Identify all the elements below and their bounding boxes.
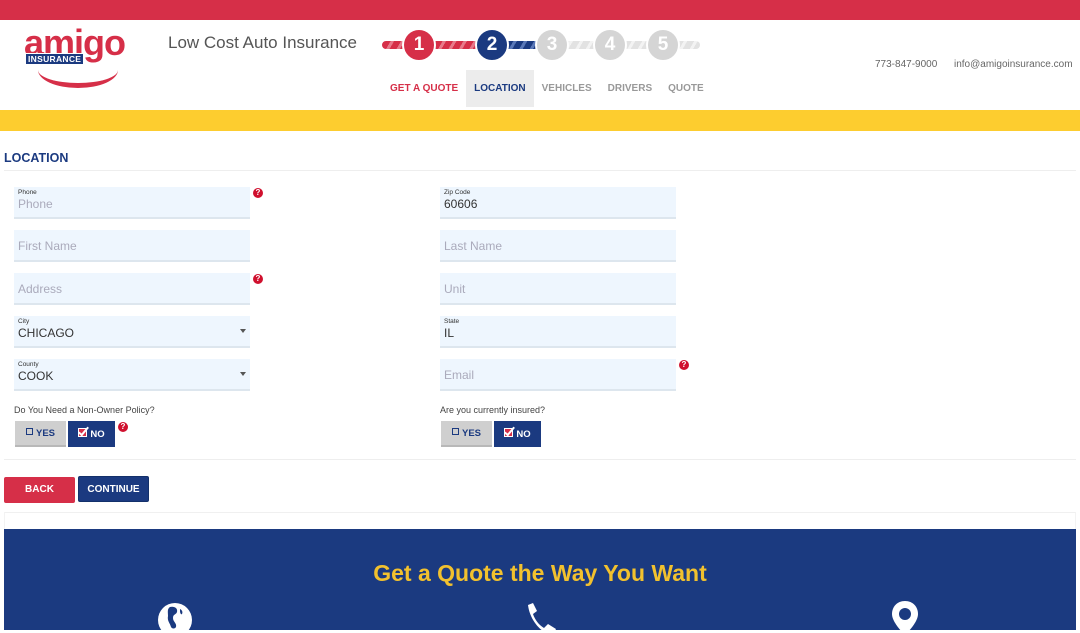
top-accent-bar [0, 0, 1080, 20]
tab-quote[interactable]: QUOTE [660, 70, 712, 107]
progress-track-done [382, 41, 490, 49]
county-select[interactable]: County COOK [14, 359, 250, 391]
yes-label: YES [35, 427, 55, 439]
tab-get-a-quote[interactable]: GET A QUOTE [382, 70, 466, 107]
tab-vehicles[interactable]: VEHICLES [534, 70, 600, 107]
non-owner-question: Do You Need a Non-Owner Policy? [14, 405, 155, 415]
globe-icon[interactable] [156, 601, 194, 633]
amigo-logo[interactable]: amigo INSURANCE [24, 22, 128, 88]
city-value: CHICAGO [18, 326, 75, 340]
quote-options-section: Get a Quote the Way You Want [4, 529, 1076, 633]
back-button[interactable]: BACK [4, 477, 75, 503]
address-field[interactable]: Address [14, 273, 250, 305]
form-divider [4, 459, 1076, 460]
non-owner-help-icon[interactable]: ? [118, 422, 128, 432]
checked-box-icon [78, 428, 88, 437]
unit-field[interactable]: Unit [440, 273, 676, 305]
insured-question: Are you currently insured? [440, 405, 546, 415]
email-input[interactable]: Email [444, 368, 474, 382]
state-field[interactable]: State IL [440, 316, 676, 348]
zip-code-label: Zip Code [444, 189, 471, 196]
no-label: NO [90, 428, 105, 440]
unit-input[interactable]: Unit [444, 282, 465, 296]
section-divider [4, 170, 1076, 171]
city-label: City [18, 318, 30, 325]
phone-label: Phone [18, 189, 37, 196]
address-input[interactable]: Address [18, 282, 62, 296]
map-pin-icon[interactable] [888, 601, 922, 633]
phone-help-icon[interactable]: ? [253, 188, 263, 198]
section-title: LOCATION [4, 151, 69, 165]
county-label: County [18, 361, 39, 368]
first-name-input[interactable]: First Name [18, 239, 77, 253]
logo-subtitle: INSURANCE [25, 53, 85, 65]
progress-stepper: 1 2 3 4 5 [380, 28, 702, 62]
phone-field[interactable]: Phone Phone [14, 187, 250, 219]
chevron-down-icon[interactable] [240, 372, 246, 376]
county-value: COOK [18, 369, 54, 383]
unchecked-box-icon [451, 427, 459, 435]
step-3: 3 [535, 28, 569, 62]
tab-drivers[interactable]: DRIVERS [600, 70, 660, 107]
chevron-down-icon[interactable] [240, 329, 246, 333]
tagline: Low Cost Auto Insurance [168, 33, 358, 52]
step-nav: GET A QUOTE LOCATION VEHICLES DRIVERS QU… [382, 70, 712, 107]
email-field[interactable]: Email [440, 359, 676, 391]
unchecked-box-icon [25, 427, 33, 435]
non-owner-yes-button[interactable]: YES [15, 421, 66, 447]
checked-box-icon [504, 428, 514, 437]
state-value[interactable]: IL [444, 326, 454, 340]
city-select[interactable]: City CHICAGO [14, 316, 250, 348]
step-5: 5 [646, 28, 680, 62]
zip-code-input[interactable]: 60606 [444, 197, 477, 211]
step-4: 4 [593, 28, 627, 62]
first-name-field[interactable]: First Name [14, 230, 250, 262]
quote-options-title: Get a Quote the Way You Want [373, 560, 707, 586]
last-name-input[interactable]: Last Name [444, 239, 502, 253]
email-help-icon[interactable]: ? [679, 360, 689, 370]
card-top [4, 512, 1076, 529]
insured-no-button[interactable]: NO [494, 421, 541, 447]
step-1[interactable]: 1 [402, 28, 436, 62]
phone-icon[interactable] [522, 601, 562, 633]
address-help-icon[interactable]: ? [253, 274, 263, 284]
contact-email[interactable]: info@amigoinsurance.com [954, 59, 1073, 70]
site-header: amigo INSURANCE Low Cost Auto Insurance … [0, 20, 1080, 110]
insured-toggle: YES NO [441, 421, 541, 447]
continue-button[interactable]: CONTINUE [78, 476, 149, 502]
non-owner-toggle: YES NO [15, 421, 115, 447]
insured-yes-button[interactable]: YES [441, 421, 492, 447]
state-label: State [444, 318, 460, 325]
contact-phone[interactable]: 773-847-9000 [875, 59, 937, 70]
zip-code-field[interactable]: Zip Code 60606 [440, 187, 676, 219]
no-label: NO [516, 428, 531, 440]
yes-label: YES [461, 427, 481, 439]
last-name-field[interactable]: Last Name [440, 230, 676, 262]
yellow-banner [0, 110, 1080, 131]
step-2[interactable]: 2 [475, 28, 509, 62]
phone-input[interactable]: Phone [18, 197, 53, 211]
tab-location[interactable]: LOCATION [466, 70, 534, 107]
non-owner-no-button[interactable]: NO [68, 421, 115, 447]
